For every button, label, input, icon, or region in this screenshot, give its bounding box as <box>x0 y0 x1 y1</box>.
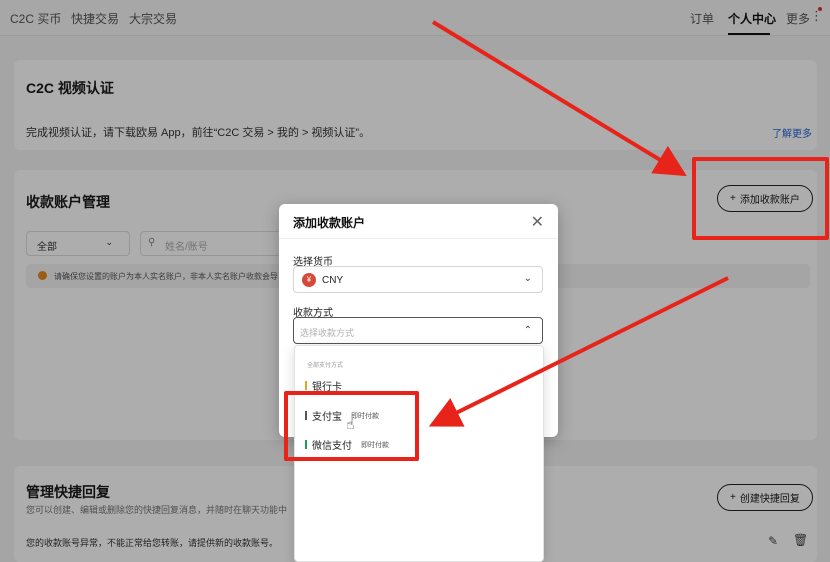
annotation-arrows <box>428 20 729 427</box>
arrow-to-options <box>428 276 729 427</box>
arrow-to-add-button <box>431 20 687 177</box>
